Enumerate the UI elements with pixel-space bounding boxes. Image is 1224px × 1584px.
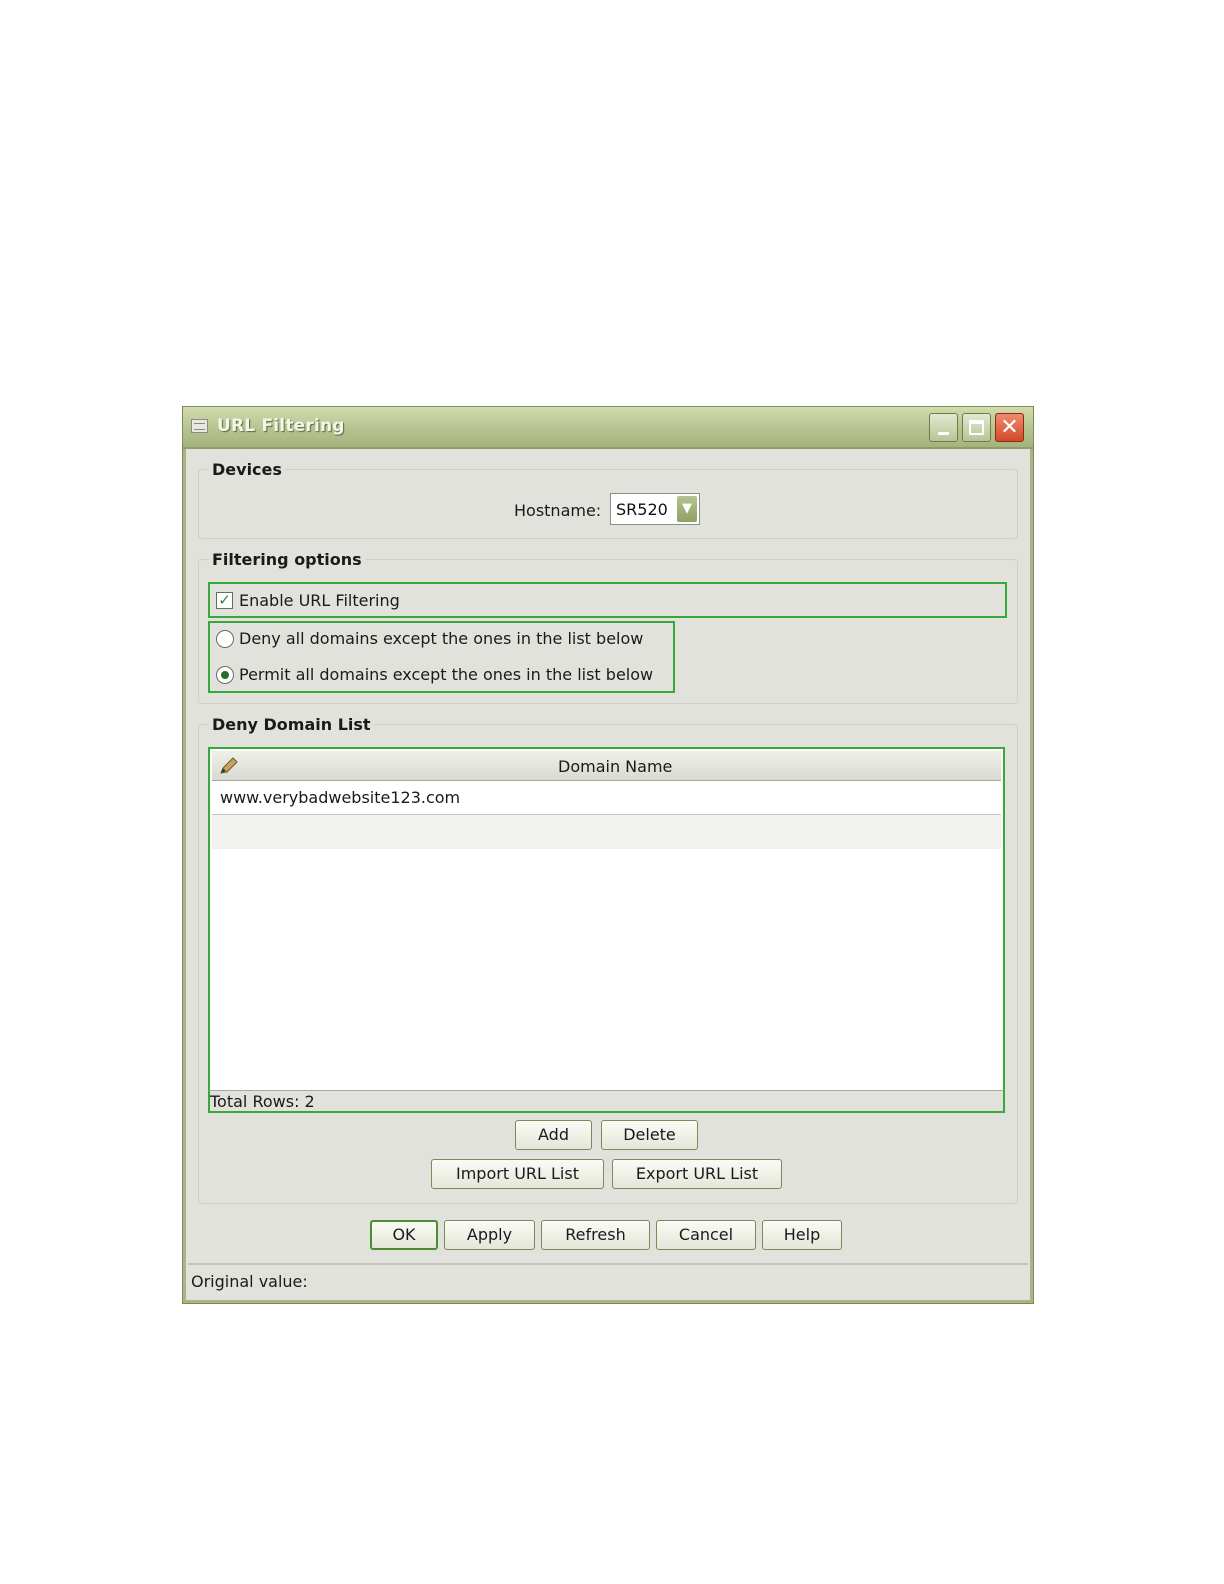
close-icon: ✕ bbox=[1000, 415, 1019, 440]
total-rows-label: Total Rows: 2 bbox=[210, 1092, 315, 1111]
hostname-select[interactable]: SR520 ▼ bbox=[610, 493, 700, 525]
devices-group-title: Devices bbox=[209, 460, 285, 479]
filtering-mode-radio-group: Deny all domains except the ones in the … bbox=[208, 621, 675, 693]
deny-all-radio[interactable] bbox=[216, 630, 234, 648]
deny-all-label[interactable]: Deny all domains except the ones in the … bbox=[239, 629, 643, 648]
add-button[interactable]: Add bbox=[515, 1120, 592, 1150]
domain-table: Domain Name www.verybadwebsite123.com bbox=[208, 747, 1005, 1113]
cancel-button[interactable]: Cancel bbox=[656, 1220, 756, 1250]
hostname-value: SR520 bbox=[616, 500, 668, 519]
original-value-label: Original value: bbox=[191, 1272, 308, 1291]
permit-all-radio[interactable] bbox=[216, 666, 234, 684]
domain-table-header[interactable]: Domain Name bbox=[212, 751, 1001, 781]
table-row[interactable]: www.verybadwebsite123.com bbox=[212, 781, 1001, 815]
import-url-list-button[interactable]: Import URL List bbox=[431, 1159, 604, 1189]
deny-domain-list-group-title: Deny Domain List bbox=[209, 715, 374, 734]
help-button[interactable]: Help bbox=[762, 1220, 842, 1250]
permit-all-label[interactable]: Permit all domains except the ones in th… bbox=[239, 665, 653, 684]
apply-button[interactable]: Apply bbox=[444, 1220, 535, 1250]
enable-url-filtering-label: Enable URL Filtering bbox=[239, 591, 400, 610]
filtering-options-group-title: Filtering options bbox=[209, 550, 365, 569]
export-url-list-button[interactable]: Export URL List bbox=[612, 1159, 782, 1189]
enable-url-filtering-checkbox[interactable]: ✓ bbox=[216, 592, 233, 609]
maximize-icon bbox=[969, 420, 984, 435]
table-row[interactable] bbox=[212, 815, 1001, 849]
refresh-button[interactable]: Refresh bbox=[541, 1220, 650, 1250]
table-footer: Total Rows: 2 bbox=[208, 1090, 1005, 1113]
devices-group bbox=[198, 469, 1018, 539]
chevron-down-icon[interactable]: ▼ bbox=[677, 496, 697, 522]
minimize-icon bbox=[938, 432, 949, 435]
window-title: URL Filtering bbox=[217, 416, 345, 436]
window-menu-icon[interactable] bbox=[191, 419, 208, 433]
enable-url-filtering-row[interactable]: ✓ Enable URL Filtering bbox=[208, 582, 1007, 618]
maximize-button[interactable] bbox=[962, 413, 991, 442]
domain-name-column-header: Domain Name bbox=[558, 757, 673, 776]
minimize-button[interactable] bbox=[929, 413, 958, 442]
close-button[interactable]: ✕ bbox=[995, 413, 1024, 442]
title-bar[interactable]: URL Filtering ✕ bbox=[183, 407, 1033, 449]
domain-name-cell[interactable]: www.verybadwebsite123.com bbox=[220, 788, 460, 807]
delete-button[interactable]: Delete bbox=[601, 1120, 698, 1150]
hostname-label: Hostname: bbox=[514, 501, 602, 520]
ok-button[interactable]: OK bbox=[370, 1220, 438, 1250]
pencil-icon bbox=[220, 757, 238, 774]
status-bar: Original value: bbox=[188, 1263, 1028, 1297]
url-filtering-window: URL Filtering ✕ Devices Hostname: SR520 … bbox=[183, 407, 1033, 1303]
